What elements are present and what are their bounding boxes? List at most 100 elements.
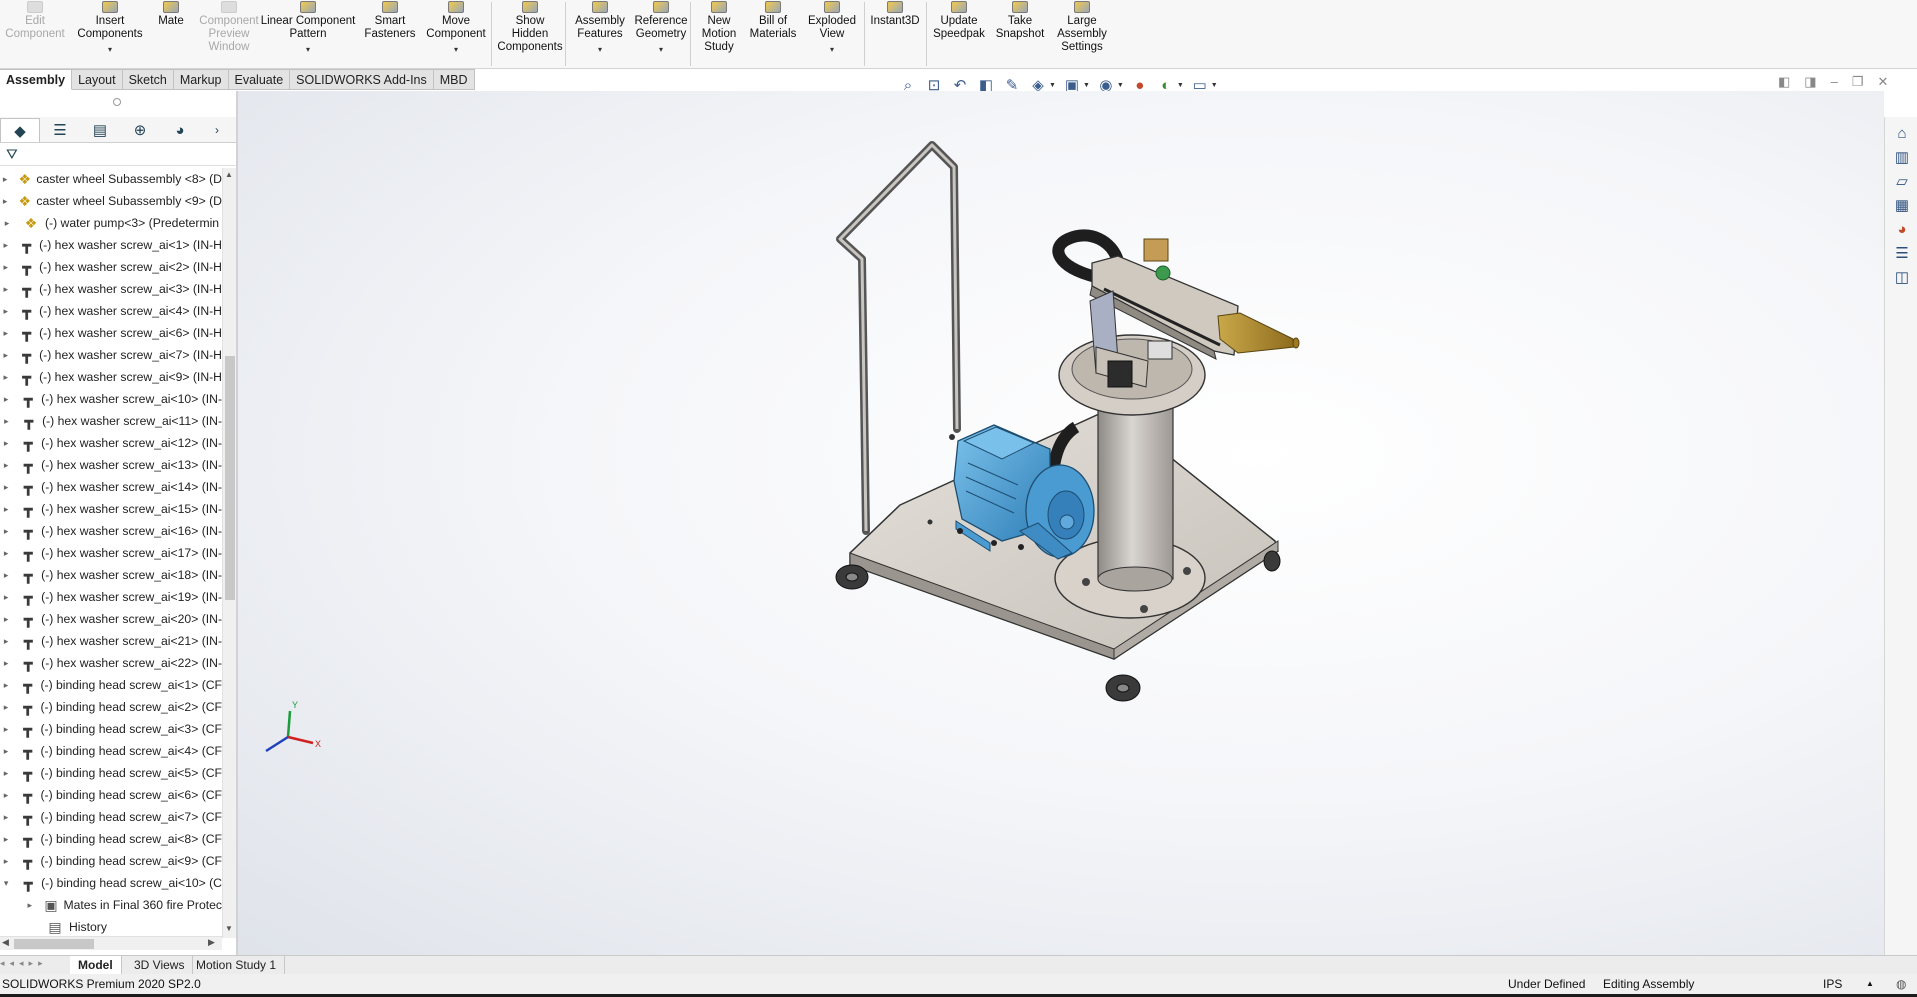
chevron-down-icon[interactable]: ▾ xyxy=(659,43,663,56)
expand-arrow-icon[interactable]: ▸ xyxy=(0,438,12,449)
expand-arrow-icon[interactable]: ▸ xyxy=(24,900,36,911)
tree-item[interactable]: ▸ ┳ (-) binding head screw_ai<9> (CF xyxy=(0,850,222,872)
tile-right-icon[interactable]: ◨ xyxy=(1804,74,1816,90)
tree-item[interactable]: ▸ ┳ (-) hex washer screw_ai<22> (IN- xyxy=(0,652,222,674)
tree-item[interactable]: ▸ ┳ (-) hex washer screw_ai<19> (IN- xyxy=(0,586,222,608)
tree-item[interactable]: ▸ ┳ (-) binding head screw_ai<6> (CF xyxy=(0,784,222,806)
expand-arrow-icon[interactable]: ▸ xyxy=(0,504,12,515)
graphics-area[interactable]: Y X xyxy=(238,91,1884,955)
scroll-left-icon[interactable]: ◀ xyxy=(2,937,9,948)
scroll-up-icon[interactable]: ▲ xyxy=(225,170,233,179)
expand-arrow-icon[interactable]: ▸ xyxy=(0,196,10,207)
exploded-view-button[interactable]: Exploded View ▾ xyxy=(802,0,862,69)
tree-item[interactable]: ▸ ❖ caster wheel Subassembly <9> (D xyxy=(0,190,222,212)
expand-arrow-icon[interactable]: ▸ xyxy=(0,614,12,625)
expand-arrow-icon[interactable]: ▸ xyxy=(0,636,12,647)
expand-arrow-icon[interactable]: ▸ xyxy=(0,482,12,493)
expand-arrow-icon[interactable]: ▸ xyxy=(0,218,14,229)
configurationmanager-tab-icon[interactable]: ▤ xyxy=(80,118,120,142)
mate-button[interactable]: Mate xyxy=(148,0,194,69)
tree-item[interactable]: ▸ ┳ (-) hex washer screw_ai<15> (IN- xyxy=(0,498,222,520)
minimize-icon[interactable]: – xyxy=(1831,74,1838,90)
scroll-down-icon[interactable]: ▼ xyxy=(225,924,233,933)
expand-arrow-icon[interactable]: ▸ xyxy=(0,372,11,383)
chevron-down-icon[interactable]: ▼ xyxy=(1211,82,1218,89)
tree-item[interactable]: ▸ ┳ (-) hex washer screw_ai<14> (IN- xyxy=(0,476,222,498)
tree-item[interactable]: ▸ ┳ (-) hex washer screw_ai<6> (IN-H xyxy=(0,322,222,344)
expand-arrow-icon[interactable]: ▸ xyxy=(0,306,11,317)
tree-vertical-scrollbar[interactable]: ▲ ▼ xyxy=(222,168,236,938)
expand-arrow-icon[interactable]: ▸ xyxy=(0,262,11,273)
tree-item[interactable]: ▸ ┳ (-) hex washer screw_ai<12> (IN- xyxy=(0,432,222,454)
expand-arrow-icon[interactable]: ▸ xyxy=(0,328,11,339)
chevron-down-icon[interactable]: ▾ xyxy=(454,43,458,56)
expand-arrow-icon[interactable]: ▸ xyxy=(0,526,12,537)
tree-item[interactable]: ▸ ┳ (-) binding head screw_ai<5> (CF xyxy=(0,762,222,784)
tree-item[interactable]: ▸ ┳ (-) binding head screw_ai<4> (CF xyxy=(0,740,222,762)
view-palette-icon[interactable]: ▦ xyxy=(1892,195,1912,215)
tree-item[interactable]: ▸ ▣ Mates in Final 360 fire Protec xyxy=(0,894,222,916)
displaymanager-tab-icon[interactable]: ◕ xyxy=(160,118,200,142)
propertymanager-tab-icon[interactable]: ☰ xyxy=(40,118,80,142)
tab-sketch[interactable]: Sketch xyxy=(122,69,174,90)
tab-layout[interactable]: Layout xyxy=(72,69,123,90)
chevron-down-icon[interactable]: ▾ xyxy=(108,43,112,56)
expand-arrow-icon[interactable]: ▸ xyxy=(0,460,12,471)
expand-arrow-icon[interactable]: ▸ xyxy=(0,658,12,669)
tree-item[interactable]: ▸ ┳ (-) hex washer screw_ai<9> (IN-H xyxy=(0,366,222,388)
tree-item[interactable]: ▾ ┳ (-) binding head screw_ai<10> (C xyxy=(0,872,222,894)
tab-solidworks-add-ins[interactable]: SOLIDWORKS Add-Ins xyxy=(290,69,434,90)
expand-arrow-icon[interactable]: ▸ xyxy=(0,768,12,779)
dimxpertmanager-tab-icon[interactable]: ⊕ xyxy=(120,118,160,142)
component-preview-window-button[interactable]: Component Preview Window xyxy=(199,0,259,69)
chevron-up-icon[interactable]: ▲ xyxy=(1866,974,1874,994)
tree-item[interactable]: ▸ ┳ (-) binding head screw_ai<1> (CF xyxy=(0,674,222,696)
chevron-down-icon[interactable]: ▾ xyxy=(598,43,602,56)
tree-item[interactable]: ▸ ┳ (-) binding head screw_ai<2> (CF xyxy=(0,696,222,718)
new-motion-study-button[interactable]: New Motion Study xyxy=(694,0,744,69)
tab-scroll-arrows-icon[interactable]: ◂◂◂▸▸ xyxy=(0,958,48,969)
expand-arrow-icon[interactable]: ▸ xyxy=(0,240,11,251)
help-icon[interactable]: ◍ xyxy=(1896,974,1906,994)
tab-mbd[interactable]: MBD xyxy=(433,69,475,90)
filter-icon[interactable]: ⛛ xyxy=(6,146,18,163)
design-library-icon[interactable]: ▥ xyxy=(1892,147,1912,167)
tree-item[interactable]: ▸ ┳ (-) hex washer screw_ai<11> (IN- xyxy=(0,410,222,432)
tree-item[interactable]: ▸ ┳ (-) hex washer screw_ai<13> (IN- xyxy=(0,454,222,476)
expand-arrow-icon[interactable]: ▸ xyxy=(0,174,10,185)
chevron-down-icon[interactable]: ▼ xyxy=(1049,82,1056,89)
tree-item[interactable]: ▸ ❖ (-) water pump<3> (Predetermin xyxy=(0,212,222,234)
restore-icon[interactable]: ❐ xyxy=(1852,74,1864,90)
edit-component-button[interactable]: Edit Component xyxy=(0,0,70,69)
large-assembly-settings-button[interactable]: Large Assembly Settings xyxy=(1052,0,1112,69)
expand-arrow-icon[interactable]: ▸ xyxy=(0,284,11,295)
bill-of-materials-button[interactable]: Bill of Materials xyxy=(745,0,801,69)
tree-horizontal-scrollbar[interactable]: ◀ ▶ xyxy=(0,936,222,950)
tree-item[interactable]: ▸ ┳ (-) hex washer screw_ai<10> (IN- xyxy=(0,388,222,410)
chevron-down-icon[interactable]: ▾ xyxy=(830,43,834,56)
expand-arrow-icon[interactable]: ▸ xyxy=(0,834,12,845)
chevron-right-icon[interactable]: › xyxy=(205,118,229,142)
scroll-thumb[interactable] xyxy=(14,939,94,949)
reference-geometry-button[interactable]: Reference Geometry ▾ xyxy=(630,0,692,69)
expand-arrow-icon[interactable]: ▸ xyxy=(0,812,12,823)
tree-item[interactable]: ▸ ┳ (-) hex washer screw_ai<20> (IN- xyxy=(0,608,222,630)
chevron-down-icon[interactable]: ▾ xyxy=(306,43,310,56)
scroll-right-icon[interactable]: ▶ xyxy=(208,937,215,948)
bottom-tab-3d-views[interactable]: 3D Views xyxy=(126,956,194,974)
tab-markup[interactable]: Markup xyxy=(173,69,229,90)
bottom-tab-model[interactable]: Model xyxy=(70,956,122,974)
scroll-thumb[interactable] xyxy=(225,356,235,600)
panel-collapse-handle[interactable] xyxy=(113,98,121,106)
expand-arrow-icon[interactable]: ▸ xyxy=(0,746,12,757)
update-speedpak-button[interactable]: Update Speedpak xyxy=(928,0,990,69)
collapse-arrow-icon[interactable]: ▾ xyxy=(0,878,12,889)
unit-system[interactable]: IPS xyxy=(1823,974,1842,994)
tree-item[interactable]: ▸ ┳ (-) hex washer screw_ai<7> (IN-H xyxy=(0,344,222,366)
featuremanager-tab-icon[interactable]: ◆ xyxy=(0,118,40,142)
assembly-features-button[interactable]: Assembly Features ▾ xyxy=(572,0,628,69)
tree-item[interactable]: ▸ ┳ (-) hex washer screw_ai<16> (IN- xyxy=(0,520,222,542)
fire-protection-cart-model[interactable]: Y X xyxy=(238,91,1884,955)
chevron-down-icon[interactable]: ▼ xyxy=(1117,82,1124,89)
tree-item[interactable]: ▸ ┳ (-) binding head screw_ai<3> (CF xyxy=(0,718,222,740)
